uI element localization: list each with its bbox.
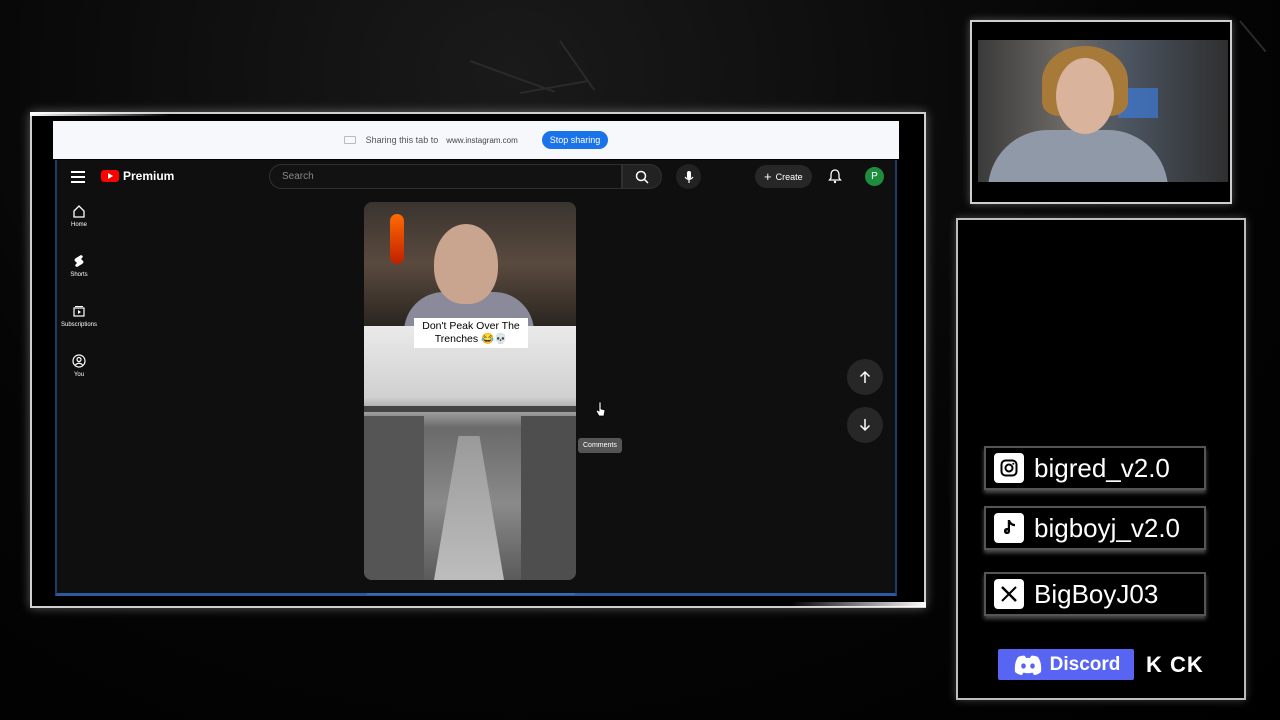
notifications-bell-icon[interactable] (827, 168, 843, 184)
x-handle: BigBoyJ03 (984, 572, 1206, 616)
voice-search-button[interactable] (676, 164, 701, 189)
arrow-down-icon (859, 419, 871, 432)
streamer-face (1056, 58, 1114, 134)
instagram-icon (994, 453, 1024, 483)
trench-floor (434, 436, 504, 580)
short-caption: Don't Peak Over The Trenches 😂💀 (414, 318, 528, 349)
sharing-site: www.instagram.com (446, 135, 518, 145)
trench-crossbeam (364, 406, 576, 412)
tiktok-username: bigboyj_v2.0 (1034, 512, 1180, 543)
tiktok-handle: bigboyj_v2.0 (984, 506, 1206, 550)
account-avatar[interactable]: P (865, 167, 884, 186)
plus-icon: + (764, 169, 772, 184)
lava-lamp (390, 214, 404, 264)
discord-badge: Discord (998, 649, 1134, 680)
background-line (1239, 20, 1267, 53)
tiktok-icon (994, 513, 1024, 543)
frame-glow (790, 602, 926, 607)
youtube-topbar: Premium Search + Create P (57, 160, 895, 194)
search-input[interactable]: Search (269, 164, 622, 189)
video-progress-bar[interactable] (367, 593, 575, 595)
sharing-message: Sharing this tab to (365, 135, 439, 145)
streamer-cam-region (364, 202, 576, 332)
webcam-feed (978, 40, 1228, 182)
you-icon (72, 354, 86, 368)
trench-wall-right (521, 416, 576, 580)
create-button[interactable]: + Create (755, 165, 812, 188)
youtube-logo[interactable]: Premium (101, 169, 174, 183)
sidebar-item-label: Shorts (70, 272, 88, 278)
frame-glow (30, 112, 170, 116)
sidebar-item-subscriptions[interactable]: Subscriptions (57, 304, 101, 354)
discord-label: Discord (1049, 653, 1121, 675)
create-label: Create (775, 171, 803, 182)
webcam-frame (970, 20, 1232, 204)
stream-overlay: Sharing this tab to www.instagram.com St… (0, 0, 1280, 720)
mouse-cursor-icon (595, 401, 606, 417)
instagram-username: bigred_v2.0 (1034, 452, 1170, 483)
sidebar-nav: Home Shorts Subscriptions You (57, 204, 101, 404)
previous-short-button[interactable] (847, 359, 883, 395)
search-button[interactable] (622, 164, 662, 189)
gameplay-trench-region (364, 326, 576, 580)
next-short-button[interactable] (847, 407, 883, 443)
instagram-handle: bigred_v2.0 (984, 446, 1206, 490)
streamer-head (434, 224, 498, 304)
sidebar-item-label: You (73, 372, 85, 378)
microphone-icon (684, 170, 693, 183)
youtube-shorts-page: Premium Search + Create P Home Shorts Su… (55, 160, 897, 596)
kick-logo: K CK (1146, 652, 1204, 677)
sidebar-item-you[interactable]: You (57, 354, 101, 404)
shorts-icon (74, 255, 84, 267)
streamer-body (988, 130, 1168, 182)
subscriptions-icon (73, 306, 85, 317)
tab-sharing-bar: Sharing this tab to www.instagram.com St… (53, 121, 899, 159)
search-icon (635, 170, 649, 184)
trench-wall-left (364, 416, 424, 580)
logo-brand-text: Premium (123, 169, 175, 183)
short-video-player[interactable]: Don't Peak Over The Trenches 😂💀 (364, 202, 576, 580)
share-screen-icon (343, 136, 356, 144)
discord-icon (1014, 655, 1041, 675)
stop-sharing-button[interactable]: Stop sharing (541, 131, 609, 149)
sidebar-item-label: Subscriptions (60, 322, 98, 328)
x-logo-icon (994, 579, 1024, 609)
youtube-play-icon (101, 170, 119, 182)
arrow-up-icon (859, 370, 871, 383)
home-icon (73, 205, 85, 218)
x-username: BigBoyJ03 (1034, 578, 1159, 609)
sidebar-item-home[interactable]: Home (57, 204, 101, 254)
sidebar-item-label: Home (70, 222, 87, 228)
sidebar-item-shorts[interactable]: Shorts (57, 254, 101, 304)
comments-tooltip: Comments (578, 438, 622, 453)
hamburger-menu-icon[interactable] (71, 171, 85, 183)
